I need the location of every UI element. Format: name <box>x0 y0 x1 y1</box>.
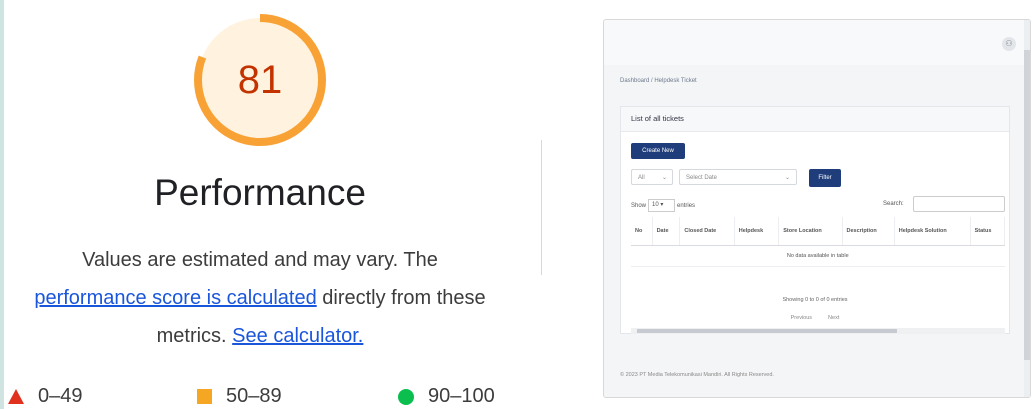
thumb-date-select: Select Date ⌄ <box>679 169 797 185</box>
description-line-3: metrics. See calculator. <box>0 317 520 355</box>
legend-fail-label: 0–49 <box>38 385 83 407</box>
chevron-down-icon: ⌄ <box>784 175 790 181</box>
thumb-pager: Previous Next <box>621 315 1009 321</box>
thumb-filter-button: Filter <box>809 169 841 187</box>
see-calculator-link[interactable]: See calculator. <box>232 325 363 347</box>
thumb-horizontal-scrollbar <box>631 328 1005 334</box>
thumb-card-title: List of all tickets <box>621 107 1009 132</box>
thumb-table-header-row: No Date Closed Date Helpdesk Store Location D… <box>631 217 1006 246</box>
thumb-search-input <box>913 196 1005 212</box>
thumb-column-header: Description <box>842 217 895 246</box>
score-calculated-link[interactable]: performance score is calculated <box>34 287 316 309</box>
thumb-create-button: Create New <box>631 143 685 159</box>
thumb-footer: © 2023 PT Media Telekomunikasi Mandiri. … <box>620 372 774 378</box>
thumb-filter-select: All ⌄ <box>631 169 673 185</box>
thumb-show-select: 10 ▾ <box>648 199 676 212</box>
legend-pass-label: 90–100 <box>428 385 495 407</box>
vertical-divider <box>541 140 542 275</box>
legend-pass: 90–100 <box>398 385 495 408</box>
thumb-vertical-scrollbar <box>1024 20 1030 397</box>
final-screenshot-thumbnail[interactable]: ⚇ Dashboard / Helpdesk Ticket List of al… <box>603 19 1031 398</box>
thumb-column-header: Store Location <box>778 217 843 246</box>
thumb-column-header: Closed Date <box>679 217 735 246</box>
score-description: Values are estimated and may vary. The p… <box>0 241 520 355</box>
thumb-column-header: Helpdesk Solution <box>894 217 971 246</box>
thumb-show-entries: Show 10 ▾ entries <box>631 199 695 212</box>
user-avatar-icon: ⚇ <box>1002 37 1016 51</box>
legend-fail: 0–49 <box>8 385 83 408</box>
legend-average-label: 50–89 <box>226 385 282 407</box>
thumb-filter-select-value: All <box>638 175 645 181</box>
thumb-show-label: Show <box>631 203 647 210</box>
red-triangle-icon <box>8 389 24 404</box>
thumb-column-header: Helpdesk <box>734 217 780 246</box>
score-legend: 0–49 50–89 90–100 <box>0 385 530 409</box>
thumb-date-select-placeholder: Select Date <box>686 175 718 181</box>
thumb-ticket-card: List of all tickets Create New All ⌄ Sele… <box>620 106 1010 334</box>
chevron-down-icon: ⌄ <box>661 175 667 181</box>
score-value: 81 <box>237 57 283 102</box>
thumb-entries-label: entries <box>677 203 696 210</box>
thumb-topbar: ⚇ <box>604 20 1030 65</box>
description-line-2: performance score is calculated directly… <box>0 279 520 317</box>
thumb-breadcrumb: Dashboard / Helpdesk Ticket <box>620 78 697 84</box>
performance-gauge: 81 <box>190 10 330 150</box>
thumb-empty-text: No data available in table <box>631 245 1005 267</box>
description-metrics-text: metrics. <box>156 325 233 347</box>
category-title: Performance <box>154 172 366 213</box>
thumb-hscroll-thumb <box>637 329 897 333</box>
orange-square-icon <box>197 389 212 404</box>
description-line-1: Values are estimated and may vary. The <box>82 249 438 271</box>
thumb-ticket-table: No Date Closed Date Helpdesk Store Location D… <box>631 217 1006 267</box>
thumb-show-value: 10 <box>652 202 659 208</box>
thumb-search-label: Search: <box>883 201 904 207</box>
thumb-scrollbar-thumb <box>1024 50 1030 360</box>
green-circle-icon <box>398 388 414 405</box>
description-mid-text: directly from these <box>316 287 486 309</box>
legend-average: 50–89 <box>197 385 282 408</box>
thumb-column-header: Date <box>652 217 681 246</box>
thumb-column-header: Status <box>970 217 1006 246</box>
thumb-table-info: Showing 0 to 0 of 0 entries <box>782 297 848 303</box>
thumb-pager-previous: Previous <box>790 315 813 321</box>
thumb-column-header: No <box>631 217 653 246</box>
thumb-empty-row: No data available in table <box>631 245 1005 267</box>
thumb-pager-next: Next <box>828 315 840 321</box>
